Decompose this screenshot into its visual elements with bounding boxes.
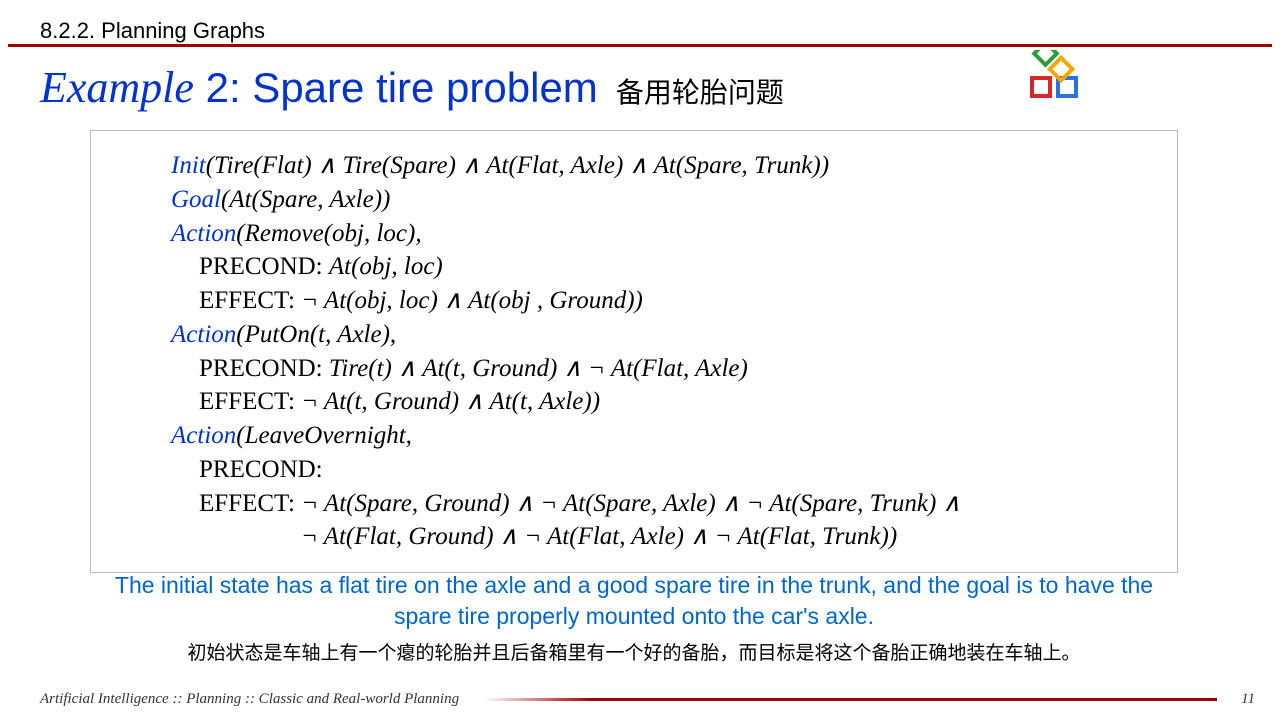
code-l11: ¬ At(Spare, Ground) ∧ ¬ At(Spare, Axle) …	[301, 490, 961, 517]
explanation-en: The initial state has a flat tire on the…	[90, 570, 1178, 632]
code-l5: ¬ At(obj, loc) ∧ At(obj , Ground))	[301, 287, 643, 314]
code-l7: Tire(t) ∧ At(t, Ground) ∧ ¬ At(Flat, Axl…	[329, 355, 748, 382]
effect-2: EFFECT:	[199, 388, 301, 415]
divider-bottom	[483, 698, 1217, 701]
footer: Artificial Intelligence :: Planning :: C…	[40, 691, 1255, 708]
kw-init: Init	[171, 152, 206, 179]
code-l9: (LeaveOvernight,	[236, 422, 412, 449]
code-l2: (At(Spare, Axle))	[221, 186, 390, 213]
precond-2: PRECOND:	[199, 355, 329, 382]
code-l12: ¬ At(Flat, Ground) ∧ ¬ At(Flat, Axle) ∧ …	[301, 523, 897, 550]
kw-action-2: Action	[171, 321, 236, 348]
page-number: 11	[1241, 691, 1255, 708]
precond-1: PRECOND:	[199, 253, 329, 280]
code-l4: At(obj, loc)	[329, 253, 443, 280]
title-zh: 备用轮胎问题	[616, 71, 784, 111]
kw-action-1: Action	[171, 220, 236, 247]
pddl-code-box: Init(Tire(Flat) ∧ Tire(Spare) ∧ At(Flat,…	[90, 130, 1178, 573]
kw-action-3: Action	[171, 422, 236, 449]
logo-icon	[1028, 50, 1080, 102]
code-l3: (Remove(obj, loc),	[236, 220, 421, 247]
slide-title: Example 2: Spare tire problem 备用轮胎问题	[40, 62, 1080, 113]
section-header: 8.2.2. Planning Graphs	[40, 18, 265, 44]
title-text: 2: Spare tire problem	[194, 64, 598, 111]
code-l1: (Tire(Flat) ∧ Tire(Spare) ∧ At(Flat, Axl…	[206, 152, 829, 179]
kw-goal: Goal	[171, 186, 221, 213]
code-l8: ¬ At(t, Ground) ∧ At(t, Axle))	[301, 388, 600, 415]
explanation-zh: 初始状态是车轴上有一个瘪的轮胎并且后备箱里有一个好的备胎，而目标是将这个备胎正确…	[90, 638, 1178, 665]
divider-top	[8, 44, 1272, 47]
explanation: The initial state has a flat tire on the…	[90, 570, 1178, 665]
breadcrumb: Artificial Intelligence :: Planning :: C…	[40, 691, 459, 708]
title-example-label: Example	[40, 63, 194, 112]
precond-3: PRECOND:	[199, 456, 323, 483]
effect-3: EFFECT:	[199, 490, 301, 517]
effect-1: EFFECT:	[199, 287, 301, 314]
code-l6: (PutOn(t, Axle),	[236, 321, 396, 348]
